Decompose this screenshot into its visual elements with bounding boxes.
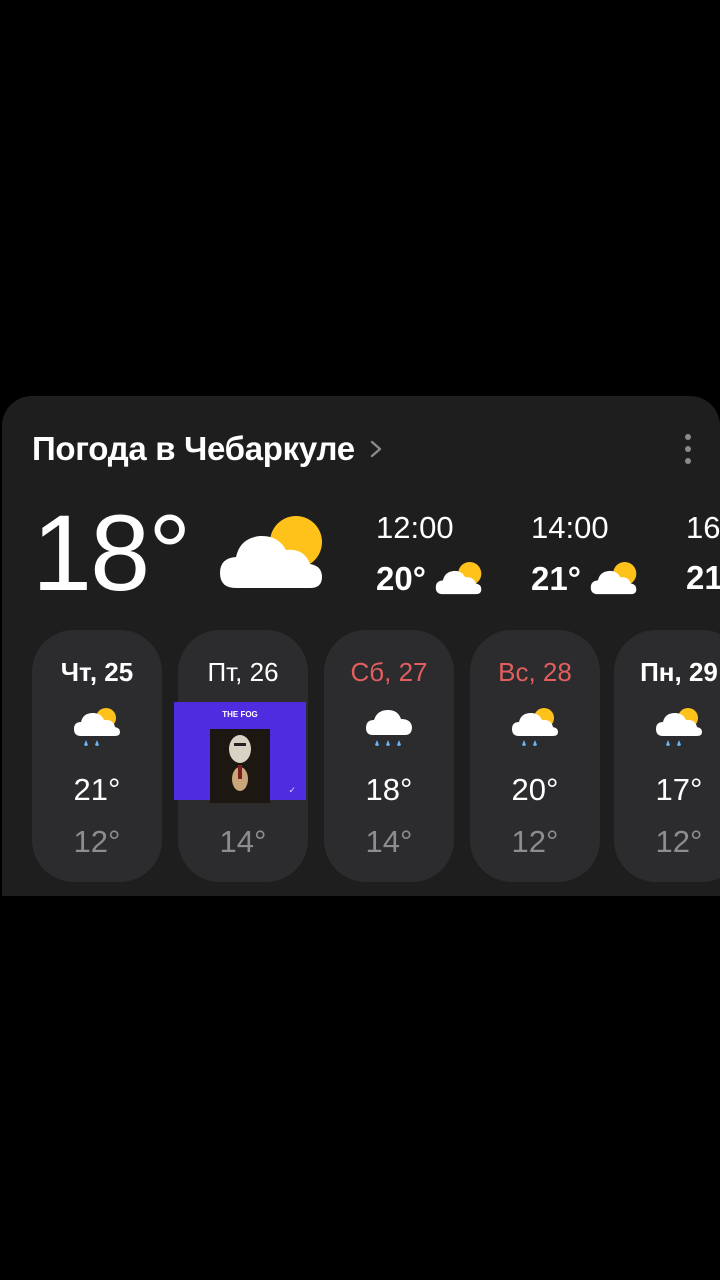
day-name: Пн, 29 bbox=[640, 657, 718, 687]
day-low: 12° bbox=[655, 824, 703, 859]
day-name: Чт, 25 bbox=[60, 657, 134, 687]
rain-sun-icon bbox=[510, 704, 560, 754]
rain-sun-icon bbox=[72, 704, 122, 754]
day-high: 17° bbox=[655, 772, 703, 807]
widget-title[interactable]: Погода в Чебаркуле bbox=[32, 430, 355, 468]
signature-mark: ✓ bbox=[288, 785, 296, 795]
album-cover[interactable]: THE FOG ✓ bbox=[174, 702, 306, 803]
partly-cloudy-icon bbox=[216, 508, 328, 600]
day-low: 14° bbox=[219, 824, 267, 859]
current-temperature[interactable]: 18° bbox=[32, 490, 191, 616]
weather-widget: Погода в Чебаркуле 18° 12:00 20° 14:00 2… bbox=[2, 396, 720, 896]
hourly-item[interactable]: 14:00 21° bbox=[531, 508, 671, 600]
hour-temp: 21 bbox=[686, 559, 720, 596]
day-tile[interactable]: Пн, 29 17° 12° bbox=[614, 630, 720, 882]
day-low: 12° bbox=[73, 824, 121, 859]
album-title: THE FOG bbox=[222, 710, 258, 719]
partly-cloudy-icon bbox=[589, 558, 639, 600]
partly-cloudy-icon bbox=[434, 558, 484, 600]
hour-time: 14:00 bbox=[531, 510, 609, 545]
day-name: Сб, 27 bbox=[350, 657, 428, 687]
hour-temp: 21° bbox=[531, 560, 581, 597]
day-high: 18° bbox=[365, 772, 413, 807]
hour-time: 16 bbox=[686, 510, 720, 545]
rain-sun-icon bbox=[654, 704, 704, 754]
chevron-right-icon[interactable] bbox=[365, 434, 387, 464]
album-artwork bbox=[210, 729, 270, 803]
more-menu-icon[interactable] bbox=[682, 434, 694, 468]
day-low: 14° bbox=[365, 824, 413, 859]
day-name: Пт, 26 bbox=[207, 657, 279, 687]
widget-header[interactable]: Погода в Чебаркуле bbox=[32, 426, 387, 472]
day-low: 12° bbox=[511, 824, 559, 859]
day-tile[interactable]: Вс, 28 20° 12° bbox=[470, 630, 600, 882]
hour-temp: 20° bbox=[376, 560, 426, 597]
day-high: 21° bbox=[73, 772, 121, 807]
hourly-item[interactable]: 12:00 20° bbox=[376, 508, 516, 600]
day-tile[interactable]: Чт, 25 21° 12° bbox=[32, 630, 162, 882]
rain-icon bbox=[364, 704, 414, 754]
day-name: Вс, 28 bbox=[498, 657, 572, 687]
hour-time: 12:00 bbox=[376, 510, 454, 545]
day-tile[interactable]: Сб, 27 18° 14° bbox=[324, 630, 454, 882]
hourly-item[interactable]: 16 21 bbox=[686, 508, 720, 598]
day-high: 20° bbox=[511, 772, 559, 807]
